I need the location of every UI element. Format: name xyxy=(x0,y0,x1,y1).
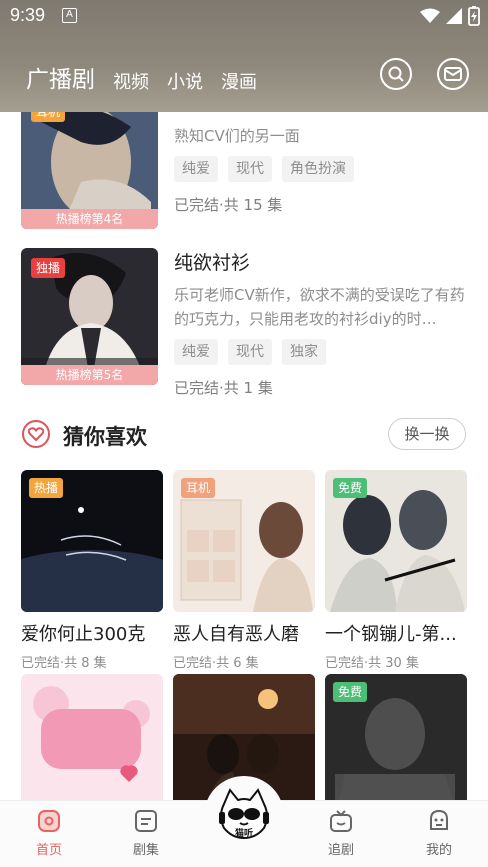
guess-card[interactable]: 免费 xyxy=(325,674,467,816)
category-tabs: 广播剧 视频 小说 漫画 xyxy=(26,60,257,94)
nav-label: 追剧 xyxy=(327,843,354,858)
tag-list: 纯爱 现代 角色扮演 xyxy=(174,156,467,182)
nav-follow[interactable]: 追剧 xyxy=(311,809,371,858)
nav-label: 剧集 xyxy=(132,843,159,858)
cat-logo-icon: 猫听 xyxy=(219,788,269,840)
app-header: 9:39 A 广播剧 视频 小说 漫画 xyxy=(0,0,488,112)
clock: 9:39 xyxy=(10,5,46,25)
guess-section-header: 猜你喜欢 换一换 xyxy=(22,418,466,452)
search-icon xyxy=(388,66,404,82)
badge-label: 免费 xyxy=(333,478,368,498)
tab-radio-drama[interactable]: 广播剧 xyxy=(26,60,95,94)
search-button[interactable] xyxy=(380,58,412,90)
cover-image[interactable]: 独播 热播榜第5名 xyxy=(21,248,158,385)
cover-image[interactable]: 免费 xyxy=(325,674,467,816)
mail-icon xyxy=(444,67,462,81)
tag[interactable]: 纯爱 xyxy=(174,339,218,365)
status-icons xyxy=(420,6,480,26)
nav-label: 首页 xyxy=(35,843,62,858)
signal-icon xyxy=(446,8,462,24)
home-icon xyxy=(38,810,60,832)
card-title[interactable]: 一个钢镚儿-第... xyxy=(325,620,467,646)
episode-status: 已完结·共 6 集 xyxy=(173,656,259,671)
tab-video[interactable]: 视频 xyxy=(113,68,149,94)
tag[interactable]: 纯爱 xyxy=(174,156,218,182)
item-description: 熟知CV们的另一面 xyxy=(174,127,300,145)
guess-card[interactable]: 免费 一个钢镚儿-第... 已完结·共 30 集 xyxy=(325,470,467,671)
guess-card[interactable] xyxy=(21,674,163,816)
episode-status: 已完结·共 30 集 xyxy=(325,656,419,671)
status-bar: 9:39 A xyxy=(0,0,488,34)
episode-status: 已完结·共 15 集 xyxy=(174,196,283,214)
cover-image[interactable]: 热播 xyxy=(21,470,163,612)
cover-image[interactable]: 耳机 热播榜第4名 xyxy=(21,92,158,229)
rank-label: 热播榜第5名 xyxy=(21,365,158,385)
badge-label: 热播 xyxy=(29,478,64,498)
logo-text: 猫听 xyxy=(235,827,253,839)
tag[interactable]: 独家 xyxy=(282,339,326,365)
cover-image[interactable] xyxy=(21,674,163,816)
tab-novel[interactable]: 小说 xyxy=(167,68,203,94)
profile-icon xyxy=(430,809,448,830)
cover-artwork xyxy=(21,674,163,816)
tag[interactable]: 现代 xyxy=(228,339,272,365)
heart-icon xyxy=(22,420,50,448)
episode-status: 已完结·共 1 集 xyxy=(174,379,273,397)
guess-card[interactable]: 热播 爱你何止300克 已完结·共 8 集 xyxy=(21,470,163,671)
refresh-button[interactable]: 换一换 xyxy=(388,418,466,450)
nav-label: 我的 xyxy=(425,843,452,858)
rank-item-4[interactable]: 耳机 热播榜第4名 熟知CV们的另一面 纯爱 现代 角色扮演 已完结·共 15 … xyxy=(21,92,467,229)
battery-icon xyxy=(468,6,480,26)
item-title[interactable]: 纯欲衬衫 xyxy=(174,248,467,275)
center-logo-button[interactable]: 猫听 xyxy=(216,786,272,842)
rank-item-5[interactable]: 独播 热播榜第5名 纯欲衬衫 乐可老师CV新作，欲求不满的受误吃了有药的巧克力，… xyxy=(21,248,467,397)
nav-profile[interactable]: 我的 xyxy=(409,809,469,858)
badge-label: 耳机 xyxy=(181,478,216,498)
series-icon xyxy=(135,810,157,832)
section-title: 猜你喜欢 xyxy=(63,425,147,449)
notification-icon: A xyxy=(62,8,77,23)
badge-label: 独播 xyxy=(31,258,66,278)
guess-card[interactable]: 耳机 恶人自有恶人磨 已完结·共 6 集 xyxy=(173,470,315,671)
cover-image[interactable]: 耳机 xyxy=(173,470,315,612)
nav-series[interactable]: 剧集 xyxy=(116,809,176,858)
cover-image[interactable]: 免费 xyxy=(325,470,467,612)
tag[interactable]: 角色扮演 xyxy=(282,156,354,182)
item-description: 乐可老师CV新作，欲求不满的受误吃了有药的巧克力，只能用老攻的衬衫diy的时… xyxy=(174,286,465,328)
tag-list: 纯爱 现代 独家 xyxy=(174,339,467,365)
rank-label: 热播榜第4名 xyxy=(21,209,158,229)
episode-status: 已完结·共 8 集 xyxy=(21,656,107,671)
tv-icon xyxy=(330,810,352,832)
tag[interactable]: 现代 xyxy=(228,156,272,182)
tab-comic[interactable]: 漫画 xyxy=(221,68,257,94)
card-title[interactable]: 恶人自有恶人磨 xyxy=(173,620,315,646)
message-button[interactable] xyxy=(437,58,469,90)
wifi-icon xyxy=(420,8,440,23)
card-title[interactable]: 爱你何止300克 xyxy=(21,620,163,646)
nav-home[interactable]: 首页 xyxy=(19,809,79,858)
badge-label: 免费 xyxy=(333,682,368,702)
